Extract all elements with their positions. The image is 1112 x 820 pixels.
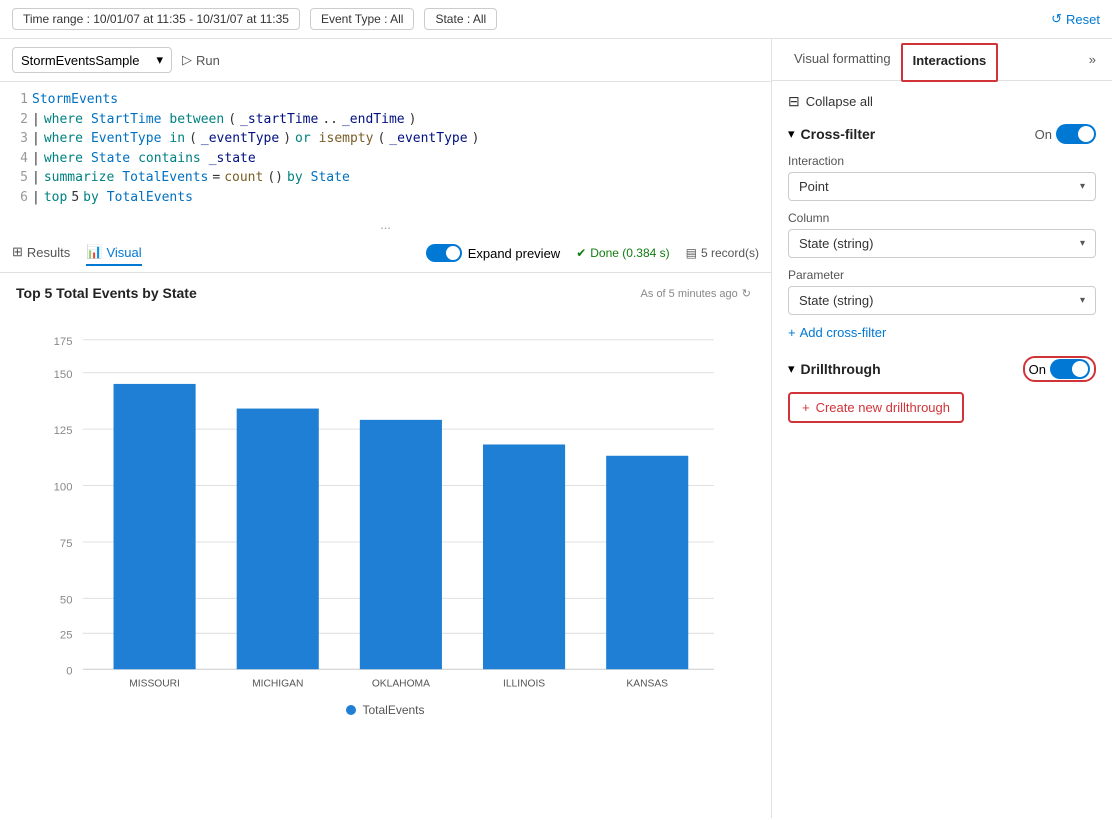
drillthrough-chevron[interactable]: ▾ [788,361,795,377]
database-select[interactable]: StormEventsSample ▾ [12,47,172,73]
cross-filter-toggle-group: On [1035,124,1096,144]
svg-text:25: 25 [60,629,73,641]
table-icon: ⊞ [12,244,23,260]
tab-visual[interactable]: 📊 Visual [86,240,141,266]
cross-filter-section: ▾ Cross-filter On Interaction Point ▾ Co… [788,124,1096,340]
bar-illinois[interactable] [483,444,565,669]
status-records: ▤ 5 record(s) [686,246,759,260]
interaction-select[interactable]: Point ▾ [788,172,1096,201]
tab-results[interactable]: ⊞ Results [12,240,70,266]
chart-container: 175 150 125 100 75 50 25 [16,309,755,699]
filter-time-range[interactable]: Time range : 10/01/07 at 11:35 - 10/31/0… [12,8,300,30]
code-line-3: 3 | where EventType in (_eventType) or i… [0,129,771,149]
tabs-bar: ⊞ Results 📊 Visual Expand preview ✔ Done… [0,234,771,273]
code-line-1: 1 StormEvents [0,90,771,110]
bar-oklahoma[interactable] [360,420,442,669]
left-panel: StormEventsSample ▾ ▷ Run 1 StormEvents … [0,39,772,818]
drillthrough-title: Drillthrough [801,361,1017,377]
chart-subtitle: As of 5 minutes ago ↻ [641,287,751,300]
legend-dot [346,705,356,715]
chart-area: Top 5 Total Events by State As of 5 minu… [0,273,771,818]
status-done: ✔ Done (0.384 s) [576,246,669,260]
right-tabs: Visual formatting Interactions » [772,39,1112,81]
bar-chart-svg: 175 150 125 100 75 50 25 [16,309,755,699]
main-layout: StormEventsSample ▾ ▷ Run 1 StormEvents … [0,39,1112,818]
run-icon: ▷ [182,52,192,68]
svg-text:100: 100 [54,482,73,494]
add-cross-filter-button[interactable]: + Add cross-filter [788,325,886,340]
parameter-select[interactable]: State (string) ▾ [788,286,1096,315]
filter-state[interactable]: State : All [424,8,497,30]
right-panel: Visual formatting Interactions » ⊟ Colla… [772,39,1112,818]
drillthrough-section: ▾ Drillthrough On + Create new drillthro… [788,356,1096,423]
right-content: ⊟ Collapse all ▾ Cross-filter On Interac… [772,81,1112,818]
expand-toggle-switch[interactable] [426,244,462,262]
cross-filter-title: Cross-filter [801,126,1029,142]
code-editor[interactable]: 1 StormEvents 2 | where StartTime betwee… [0,82,771,215]
chart-title: Top 5 Total Events by State [16,285,197,301]
collapse-all-button[interactable]: ⊟ Collapse all [788,93,873,110]
drillthrough-toggle[interactable] [1050,359,1090,379]
parameter-chevron-icon: ▾ [1080,295,1085,306]
cross-filter-header: ▾ Cross-filter On [788,124,1096,144]
tab-interactions[interactable]: Interactions [901,43,999,82]
parameter-label: Parameter [788,268,1096,282]
column-chevron-icon: ▾ [1080,238,1085,249]
column-select[interactable]: State (string) ▾ [788,229,1096,258]
checkmark-icon: ✔ [576,246,586,260]
records-icon: ▤ [686,246,697,260]
editor-dots: ... [0,215,771,234]
svg-text:150: 150 [54,369,73,381]
drillthrough-toggle-group: On [1023,356,1096,382]
svg-text:175: 175 [54,336,73,348]
chevron-down-icon: ▾ [156,52,163,68]
bar-kansas[interactable] [606,456,688,669]
tab-visual-formatting[interactable]: Visual formatting [784,39,901,80]
query-toolbar: StormEventsSample ▾ ▷ Run [0,39,771,82]
chart-legend: TotalEvents [16,703,755,717]
svg-text:0: 0 [66,665,72,677]
svg-text:75: 75 [60,538,73,550]
collapse-icon: ⊟ [788,93,800,110]
svg-text:MISSOURI: MISSOURI [129,679,180,690]
code-line-4: 4 | where State contains _state [0,149,771,169]
plus-icon: + [788,325,796,340]
column-label: Column [788,211,1096,225]
drillthrough-header: ▾ Drillthrough On [788,356,1096,382]
drillthrough-plus-icon: + [802,400,810,415]
cross-filter-toggle[interactable] [1056,124,1096,144]
svg-text:KANSAS: KANSAS [626,679,668,690]
cross-filter-chevron[interactable]: ▾ [788,126,795,142]
expand-panel-button[interactable]: » [1085,39,1100,80]
svg-text:OKLAHOMA: OKLAHOMA [372,679,430,690]
reset-button[interactable]: ↺ Reset [1051,11,1100,27]
interaction-label: Interaction [788,154,1096,168]
create-drillthrough-button[interactable]: + Create new drillthrough [788,392,964,423]
chart-icon: 📊 [86,244,102,260]
code-line-5: 5 | summarize TotalEvents = count() by S… [0,168,771,188]
bar-missouri[interactable] [114,384,196,669]
filter-event-type[interactable]: Event Type : All [310,8,415,30]
svg-text:MICHIGAN: MICHIGAN [252,679,303,690]
svg-text:125: 125 [54,425,73,437]
run-button[interactable]: ▷ Run [182,52,220,68]
code-line-6: 6 | top 5 by TotalEvents [0,188,771,208]
expand-preview-toggle[interactable]: Expand preview [426,244,561,262]
code-line-2: 2 | where StartTime between (_startTime.… [0,110,771,130]
refresh-icon[interactable]: ↻ [742,287,751,300]
reset-icon: ↺ [1051,11,1062,27]
svg-text:ILLINOIS: ILLINOIS [503,679,545,690]
svg-text:50: 50 [60,595,73,607]
top-bar: Time range : 10/01/07 at 11:35 - 10/31/0… [0,0,1112,39]
bar-michigan[interactable] [237,409,319,670]
interaction-chevron-icon: ▾ [1080,181,1085,192]
